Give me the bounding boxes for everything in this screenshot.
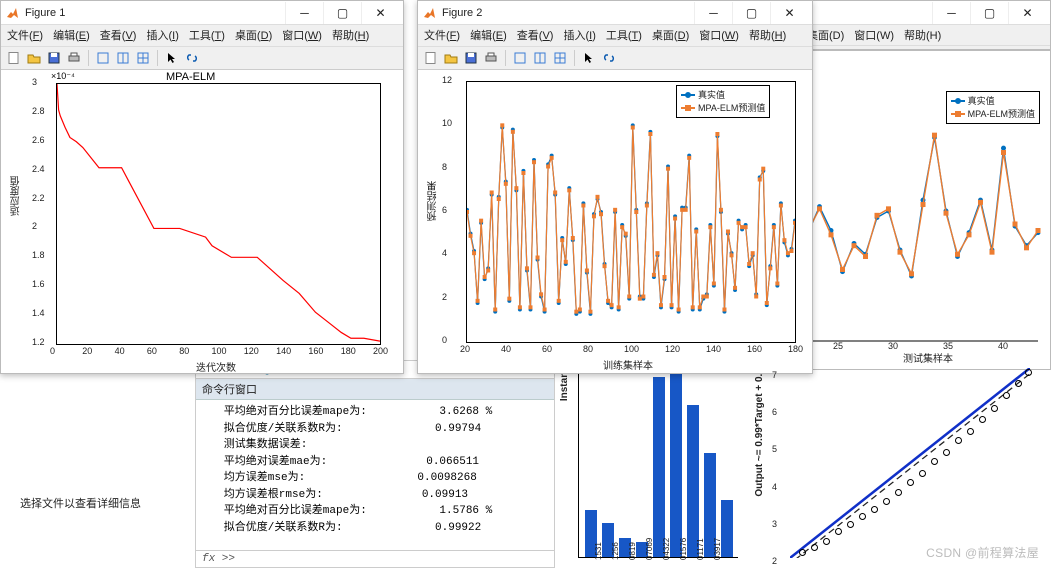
open-icon[interactable]	[25, 49, 43, 67]
minimize-button[interactable]: ─	[285, 2, 323, 24]
menu-item[interactable]: 帮助(H)	[332, 27, 369, 43]
menu-item[interactable]: 桌面(D)	[652, 27, 689, 43]
open-icon[interactable]	[442, 49, 460, 67]
regression-axes	[790, 368, 1030, 558]
menu-item[interactable]: 窗口(W)	[699, 27, 739, 43]
print-icon[interactable]	[482, 49, 500, 67]
menu-item[interactable]: 编辑(E)	[470, 27, 507, 43]
side-message: 选择文件以查看详细信息	[20, 495, 141, 511]
minimize-button[interactable]: ─	[932, 2, 970, 24]
menu-item[interactable]: 工具(T)	[606, 27, 642, 43]
legend-label: MPA-ELM预测值	[698, 102, 765, 115]
x-axis-label: 测试集样本	[903, 350, 953, 365]
menu-item[interactable]: 窗口(W)	[282, 27, 322, 43]
menu-item[interactable]: 编辑(E)	[53, 27, 90, 43]
close-button[interactable]: ✕	[770, 2, 808, 24]
tile-1-icon[interactable]	[94, 49, 112, 67]
command-window-body[interactable]: 平均绝对百分比误差mape为: 3.6268 % 拟合优度/关联系数R为: 0.…	[196, 400, 554, 550]
tile-4-icon[interactable]	[134, 49, 152, 67]
maximize-button[interactable]: ▢	[970, 2, 1008, 24]
menu-item[interactable]: 文件(F)	[424, 27, 460, 43]
watermark: CSDN @前程算法屋	[926, 544, 1039, 561]
command-window: 命令行窗口 平均绝对百分比误差mape为: 3.6268 % 拟合优度/关联系数…	[195, 378, 555, 568]
menu-item[interactable]: 查看(V)	[517, 27, 554, 43]
x-axis-label: 迭代次数	[196, 359, 236, 373]
window-title: Figure 2	[442, 7, 694, 19]
command-window-header: 命令行窗口	[196, 379, 554, 400]
minimize-button[interactable]: ─	[694, 2, 732, 24]
axes-2[interactable]	[466, 81, 796, 343]
link-icon[interactable]	[183, 49, 201, 67]
window-title: Figure 1	[25, 7, 285, 19]
tile-4-icon[interactable]	[551, 49, 569, 67]
command-prompt[interactable]: fx >>	[196, 550, 554, 567]
y-axis-exponent: ×10⁻⁴	[51, 71, 75, 82]
pointer-icon[interactable]	[580, 49, 598, 67]
histogram-axes	[578, 358, 738, 558]
new-icon[interactable]	[422, 49, 440, 67]
menu-item[interactable]: 窗口(W)	[854, 27, 894, 43]
y-axis-label: 适应度值	[9, 176, 24, 216]
figure-2-window: Figure 2 ─ ▢ ✕ 文件(F) 编辑(E) 查看(V) 插入(I) 工具(T)…	[417, 0, 813, 374]
axes-1[interactable]	[56, 83, 381, 345]
close-button[interactable]: ✕	[1008, 2, 1046, 24]
maximize-button[interactable]: ▢	[732, 2, 770, 24]
x-axis-label: 训练集样本	[603, 357, 653, 372]
regression-equation: Output ~= 0.99*Target + 0.037	[754, 357, 765, 497]
menu-item[interactable]: 工具(T)	[189, 27, 225, 43]
menu-item[interactable]: 桌面(D)	[235, 27, 272, 43]
save-icon[interactable]	[462, 49, 480, 67]
menu-item[interactable]: 文件(F)	[7, 27, 43, 43]
legend-label: 真实值	[698, 89, 725, 102]
link-icon[interactable]	[600, 49, 618, 67]
matlab-icon	[422, 6, 436, 20]
print-icon[interactable]	[65, 49, 83, 67]
menu-item[interactable]: 插入(I)	[563, 27, 595, 43]
tile-2-icon[interactable]	[114, 49, 132, 67]
menu-item[interactable]: 查看(V)	[100, 27, 137, 43]
menu-item[interactable]: 插入(I)	[146, 27, 178, 43]
new-icon[interactable]	[5, 49, 23, 67]
save-icon[interactable]	[45, 49, 63, 67]
matlab-icon	[5, 6, 19, 20]
menu-item[interactable]: 帮助(H)	[749, 27, 786, 43]
pointer-icon[interactable]	[163, 49, 181, 67]
maximize-button[interactable]: ▢	[323, 2, 361, 24]
tile-1-icon[interactable]	[511, 49, 529, 67]
menu-item[interactable]: 帮助(H)	[904, 27, 941, 43]
window-controls: ─ ▢ ✕	[932, 2, 1046, 24]
chart-title: MPA-ELM	[166, 71, 215, 83]
figure-1-window: Figure 1 ─ ▢ ✕ 文件(F) 编辑(E) 查看(V) 插入(I) 工具(T)…	[0, 0, 404, 374]
y-axis-label: 预测结果	[426, 181, 441, 221]
tile-2-icon[interactable]	[531, 49, 549, 67]
close-button[interactable]: ✕	[361, 2, 399, 24]
